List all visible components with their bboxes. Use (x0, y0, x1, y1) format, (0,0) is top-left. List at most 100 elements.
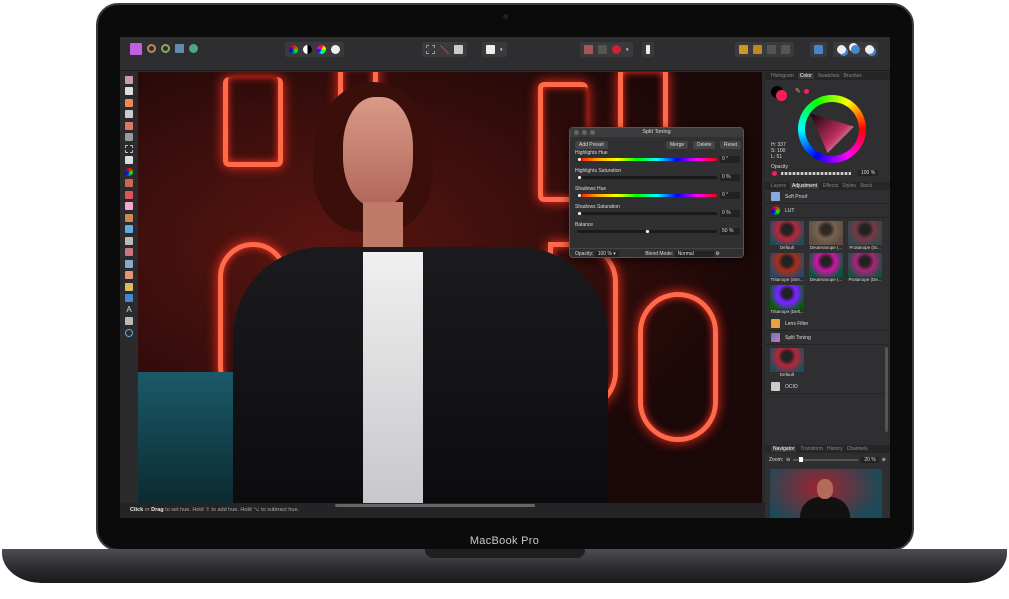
text-tool-icon[interactable]: A (125, 305, 133, 314)
slider-track[interactable] (577, 193, 717, 198)
slider-track[interactable] (577, 229, 717, 234)
crop-tool-icon[interactable] (125, 110, 133, 118)
inpainting-tool-icon[interactable] (125, 248, 133, 256)
develop-persona-icon[interactable] (161, 44, 170, 53)
tab-swatches[interactable]: Swatches (818, 73, 840, 79)
tab-color[interactable]: Color (797, 73, 814, 79)
tab-navigator[interactable]: Navigator (771, 446, 797, 452)
zoom-value[interactable]: 20 % (861, 457, 879, 463)
tone-map-persona-icon[interactable] (175, 44, 184, 53)
preset-thumbnail[interactable]: Deuteranope (... (808, 253, 844, 282)
zoom-tool-icon[interactable] (125, 328, 133, 337)
invert-icon[interactable] (454, 45, 463, 54)
back-icon[interactable] (753, 45, 762, 54)
export-persona-icon[interactable] (189, 44, 198, 53)
preset-thumbnail[interactable]: Protanope (De... (847, 253, 883, 282)
dialog-titlebar[interactable]: Split Toning (570, 128, 743, 137)
shape-tool-icon[interactable] (125, 294, 133, 302)
slider-value-field[interactable]: 0 % (720, 174, 740, 181)
align-icon[interactable] (814, 45, 823, 54)
merge-button[interactable]: Merge (666, 141, 689, 149)
blur-tool-icon[interactable] (125, 259, 133, 268)
marquee-icon[interactable] (426, 45, 435, 54)
clone-tool-icon[interactable] (125, 225, 133, 233)
preset-thumbnail[interactable]: Default (769, 348, 805, 377)
tab-layers[interactable]: Layers (771, 183, 786, 189)
tab-transform[interactable]: Transform (800, 446, 823, 452)
blend-mode-dropdown[interactable]: Normal (674, 251, 714, 257)
preset-thumbnail[interactable]: Tritanope (Delt... (769, 285, 805, 314)
zoom-slider[interactable] (793, 457, 859, 462)
slider-value-field[interactable]: 0 ° (720, 156, 740, 163)
tab-stock[interactable]: Stock (860, 183, 873, 189)
adjustment-lut[interactable]: LUT (765, 204, 890, 218)
zoom-out-icon[interactable]: ⊖ (786, 457, 790, 463)
primary-color-swatch[interactable] (776, 90, 787, 101)
erase-tool-icon[interactable] (125, 202, 133, 210)
slider-value-field[interactable]: 0 % (720, 210, 740, 217)
opacity-dropdown[interactable]: 100 % ▾ (594, 251, 619, 257)
slider-knob[interactable] (577, 211, 582, 216)
zoom-in-icon[interactable]: ⊕ (882, 457, 886, 463)
minimize-button[interactable] (582, 130, 587, 135)
opacity-value[interactable]: 100 % (858, 170, 879, 176)
adjustment-ocio[interactable]: OCIO (765, 380, 890, 394)
arrange-icon[interactable] (739, 45, 748, 54)
pen-tool-icon[interactable] (125, 282, 133, 291)
paint-brush-icon[interactable] (125, 179, 133, 187)
marquee-tool-icon[interactable] (125, 144, 133, 153)
white-balance-icon[interactable] (331, 45, 340, 54)
photo-persona-icon[interactable] (130, 42, 142, 55)
slider-track[interactable] (577, 211, 717, 216)
move-tool-icon[interactable] (125, 87, 133, 95)
deselect-icon[interactable] (440, 45, 449, 54)
subtract-icon[interactable] (851, 45, 860, 54)
hsl-icon[interactable] (317, 45, 326, 54)
adjustment-scrollbar[interactable] (885, 347, 888, 432)
guides-icon[interactable] (598, 45, 607, 54)
blemish-tool-icon[interactable] (125, 236, 133, 245)
flood-select-icon[interactable] (125, 133, 133, 141)
selection-brush-icon[interactable] (125, 121, 133, 130)
preset-thumbnail[interactable]: Deuteranope (... (808, 221, 844, 250)
slider-track[interactable] (577, 175, 717, 180)
levels-icon[interactable] (289, 45, 298, 54)
preset-thumbnail[interactable]: Default (769, 221, 805, 250)
quick-mask-icon[interactable] (486, 45, 495, 54)
opacity-slider[interactable] (781, 172, 851, 175)
tab-adjustment[interactable]: Adjustment (790, 183, 820, 189)
slider-value-field[interactable]: 0 ° (720, 192, 740, 199)
tab-channels[interactable]: Channels (847, 446, 868, 452)
dodge-tool-icon[interactable] (125, 213, 133, 222)
bw-icon[interactable] (303, 45, 312, 54)
hand-tool-icon[interactable] (125, 317, 133, 325)
slider-knob[interactable] (577, 175, 582, 180)
mask-group[interactable]: ▾ (482, 42, 507, 57)
smudge-tool-icon[interactable] (125, 271, 133, 279)
assistant-icon[interactable] (646, 45, 650, 54)
snapping-magnet-icon[interactable] (612, 45, 621, 54)
adjustment-lens-filter[interactable]: Lens Filter (765, 317, 890, 331)
zoom-button[interactable] (590, 130, 595, 135)
close-button[interactable] (574, 130, 579, 135)
slider-track[interactable] (577, 157, 717, 162)
navigator-preview[interactable] (770, 469, 882, 518)
settings-gear-icon[interactable]: ⚙ (715, 251, 719, 257)
forward-icon[interactable] (767, 45, 776, 54)
add-preset-button[interactable]: Add Preset (575, 141, 608, 149)
horizontal-scrollbar[interactable] (335, 504, 535, 507)
slider-knob[interactable] (577, 193, 582, 198)
preset-thumbnail[interactable]: Tritanope (Sim... (769, 253, 805, 282)
reset-button[interactable]: Reset (720, 141, 742, 149)
add-icon[interactable] (837, 45, 846, 54)
eyedropper-icon[interactable]: ✎ (795, 87, 801, 95)
delete-button[interactable]: Delete (693, 141, 716, 149)
intersect-icon[interactable] (865, 45, 874, 54)
liquify-persona-icon[interactable] (147, 44, 156, 53)
preset-thumbnail[interactable]: Protanope (Si... (847, 221, 883, 250)
tab-histogram[interactable]: Histogram (771, 73, 794, 79)
slider-knob[interactable] (577, 157, 582, 162)
tab-styles[interactable]: Styles (842, 183, 856, 189)
tab-history[interactable]: History (827, 446, 843, 452)
gradient-tool-icon[interactable] (125, 167, 133, 176)
